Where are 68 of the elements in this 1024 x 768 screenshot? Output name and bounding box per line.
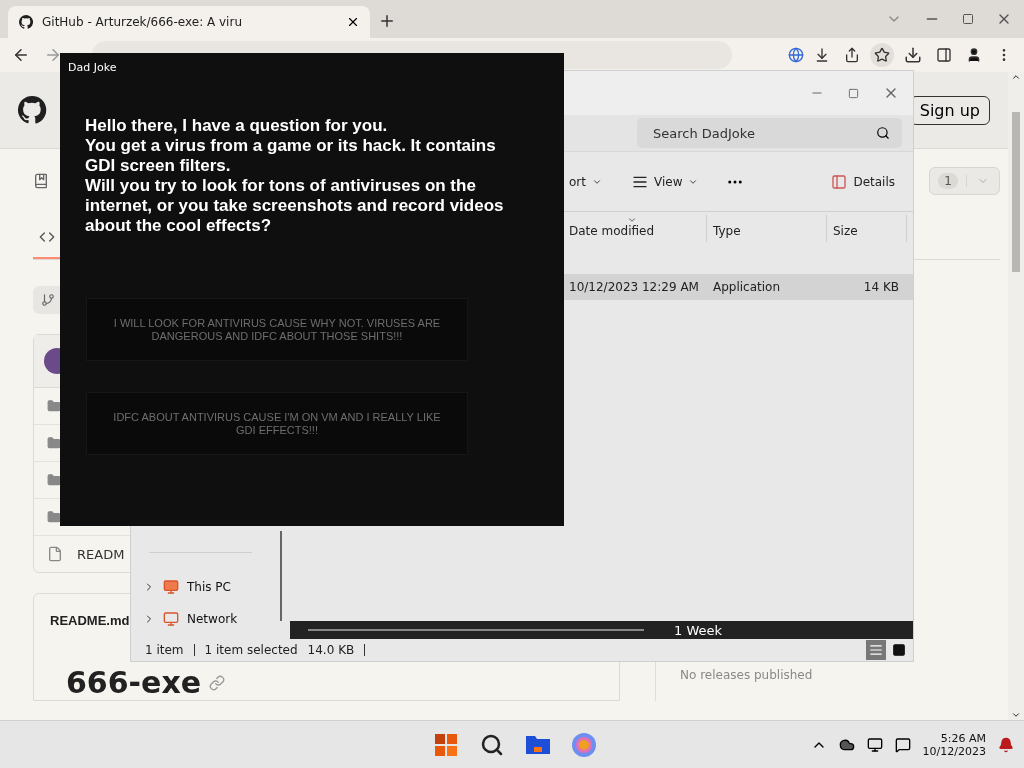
search-field[interactable]: Search DadJoke [637, 118, 902, 148]
bookmark-button[interactable] [870, 43, 894, 67]
details-pane-icon [831, 173, 848, 190]
nav-item[interactable]: This PC [131, 571, 280, 603]
search-icon [876, 126, 890, 140]
window-title: Dad Joke [68, 61, 117, 74]
windows-logo-icon [434, 732, 458, 757]
folder-icon [47, 473, 61, 487]
close-tab-icon[interactable] [346, 15, 360, 29]
status-text: 1 item [145, 643, 184, 657]
network-icon[interactable] [866, 736, 883, 753]
question-text: Will you try to look for tons of antiviruses on the internet, or you take screenshots and record videos about the cool effects? [85, 176, 505, 236]
sort-caret-icon [627, 215, 637, 225]
type-cell-text: Application [712, 279, 782, 296]
readme-tab[interactable]: README.md [50, 613, 130, 628]
fork-counter[interactable]: 1 [929, 167, 1000, 195]
folder-icon [47, 510, 61, 524]
file-icon [47, 546, 63, 562]
repo-icon [33, 173, 49, 189]
date-cell-text: 10/12/2023 12:29 AM [568, 279, 700, 296]
side-panel-icon [936, 47, 952, 63]
share-icon [844, 47, 860, 63]
file-name[interactable]: READM [77, 546, 125, 562]
size-cell-text: 14 KB [862, 279, 900, 296]
tab-title: GitHub - Arturzek/666-exe: A viru [42, 15, 243, 29]
column-header[interactable]: Size [827, 215, 907, 242]
link-icon[interactable] [209, 674, 226, 691]
question-text: You get a virus from a game or its hack. It contains GDI screen filters. [85, 136, 497, 176]
scroll-up-icon [1011, 72, 1021, 82]
status-text: 1 item selected [204, 643, 298, 657]
ring-logo-icon [571, 731, 597, 758]
sort-button[interactable]: ort [567, 172, 604, 191]
search-icon [480, 732, 504, 757]
scrollbar-thumb[interactable] [1012, 112, 1020, 272]
glitch-text: 1 Week [674, 622, 723, 638]
star-icon [874, 47, 890, 63]
browser-tab[interactable]: GitHub - Arturzek/666-exe: A viru [8, 6, 370, 38]
branch-icon [41, 293, 55, 307]
scroll-down-icon [1011, 710, 1021, 720]
answer-button[interactable]: I WILL LOOK FOR ANTIVIRUS CAUSE WHY NOT. VIRUSES ARE DANGEROUS AND IDFC ABOUT THOSE SHITS!!! [86, 298, 468, 361]
nav-item[interactable]: Network [131, 603, 280, 635]
folder-icon [47, 436, 61, 450]
forward-arrow-icon [44, 46, 62, 64]
person-icon [966, 47, 982, 63]
download-icon [904, 46, 922, 64]
list-lines-icon [869, 643, 883, 657]
counter-value: 1 [938, 173, 958, 189]
github-logo-icon [18, 14, 34, 30]
filled-square-icon [892, 643, 906, 657]
install-icon [814, 47, 830, 63]
plus-icon [378, 12, 396, 30]
status-text: 14.0 KB [307, 643, 355, 657]
details-button[interactable]: Details [829, 171, 897, 192]
folder-icon [47, 399, 61, 413]
releases-note: No releases published [680, 668, 813, 682]
clock[interactable]: 5:26 AM 10/12/2023 [922, 731, 986, 758]
bell-icon[interactable] [998, 736, 1014, 753]
monitor-icon [163, 579, 179, 595]
column-header[interactable]: Type [707, 215, 827, 242]
code-icon [39, 229, 55, 245]
question-text: Hello there, I have a question for you. [85, 116, 389, 136]
restore-icon[interactable] [962, 13, 974, 25]
monitor-icon [163, 611, 179, 627]
answer-button[interactable]: IDFC ABOUT ANTIVIRUS CAUSE I'M ON VM AND I REALLY LIKE GDI EFFECTS!!! [86, 392, 468, 455]
maximize-icon[interactable] [848, 87, 859, 99]
github-logo-icon[interactable] [16, 94, 48, 126]
view-button[interactable]: View [630, 171, 701, 192]
readme-heading: 666-exe [66, 665, 202, 700]
